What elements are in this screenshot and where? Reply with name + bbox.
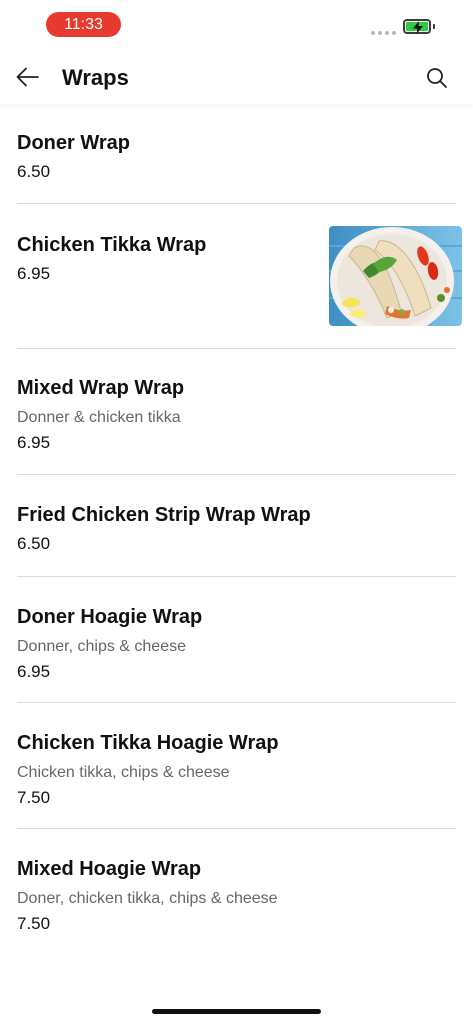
list-item[interactable]: Chicken Tikka Wrap 6.95 [17, 204, 462, 349]
item-name: Mixed Wrap Wrap [17, 377, 185, 399]
list-item[interactable]: Mixed Hoagie Wrap Doner, chicken tikka, … [17, 829, 456, 955]
battery-nub [433, 24, 435, 29]
screen: 11:33 Wraps Doner Wrap 6.50 Chicken Tikk… [0, 0, 473, 1024]
signal-icon [371, 31, 396, 35]
menu-list: Doner Wrap 6.50 Chicken Tikka Wrap 6.95 [0, 104, 473, 955]
item-description: Chicken tikka, chips & cheese [17, 764, 230, 781]
list-item[interactable]: Chicken Tikka Hoagie Wrap Chicken tikka,… [17, 703, 456, 829]
item-name: Chicken Tikka Hoagie Wrap [17, 732, 279, 754]
item-price: 7.50 [17, 788, 51, 807]
item-price: 6.95 [17, 264, 51, 283]
home-indicator[interactable] [152, 1009, 321, 1014]
battery-charging-icon [403, 19, 431, 34]
item-name: Mixed Hoagie Wrap [17, 858, 202, 880]
list-item[interactable]: Doner Wrap 6.50 [17, 104, 456, 204]
item-price: 6.50 [17, 534, 51, 553]
item-price: 6.95 [17, 662, 51, 681]
item-description: Donner & chicken tikka [17, 409, 181, 426]
item-price: 6.50 [17, 162, 51, 181]
back-button[interactable] [14, 63, 42, 91]
status-bar: 11:33 [0, 0, 473, 52]
arrow-left-icon [16, 67, 39, 87]
page-title: Wraps [62, 65, 129, 90]
wrap-photo [329, 226, 462, 326]
status-time: 11:33 [46, 12, 121, 37]
search-icon [427, 68, 447, 88]
item-price: 6.95 [17, 433, 51, 452]
item-price: 7.50 [17, 914, 51, 933]
app-header: Wraps [0, 52, 473, 104]
item-description: Doner, chicken tikka, chips & cheese [17, 890, 278, 907]
item-description: Donner, chips & cheese [17, 638, 186, 655]
list-item[interactable]: Fried Chicken Strip Wrap Wrap 6.50 [17, 475, 456, 577]
list-item[interactable]: Doner Hoagie Wrap Donner, chips & cheese… [17, 577, 456, 703]
item-name: Chicken Tikka Wrap [17, 234, 207, 256]
item-name: Doner Hoagie Wrap [17, 606, 203, 628]
list-item[interactable]: Mixed Wrap Wrap Donner & chicken tikka 6… [17, 349, 456, 475]
search-button[interactable] [424, 65, 450, 91]
item-name: Doner Wrap [17, 132, 130, 154]
item-name: Fried Chicken Strip Wrap Wrap [17, 504, 311, 526]
